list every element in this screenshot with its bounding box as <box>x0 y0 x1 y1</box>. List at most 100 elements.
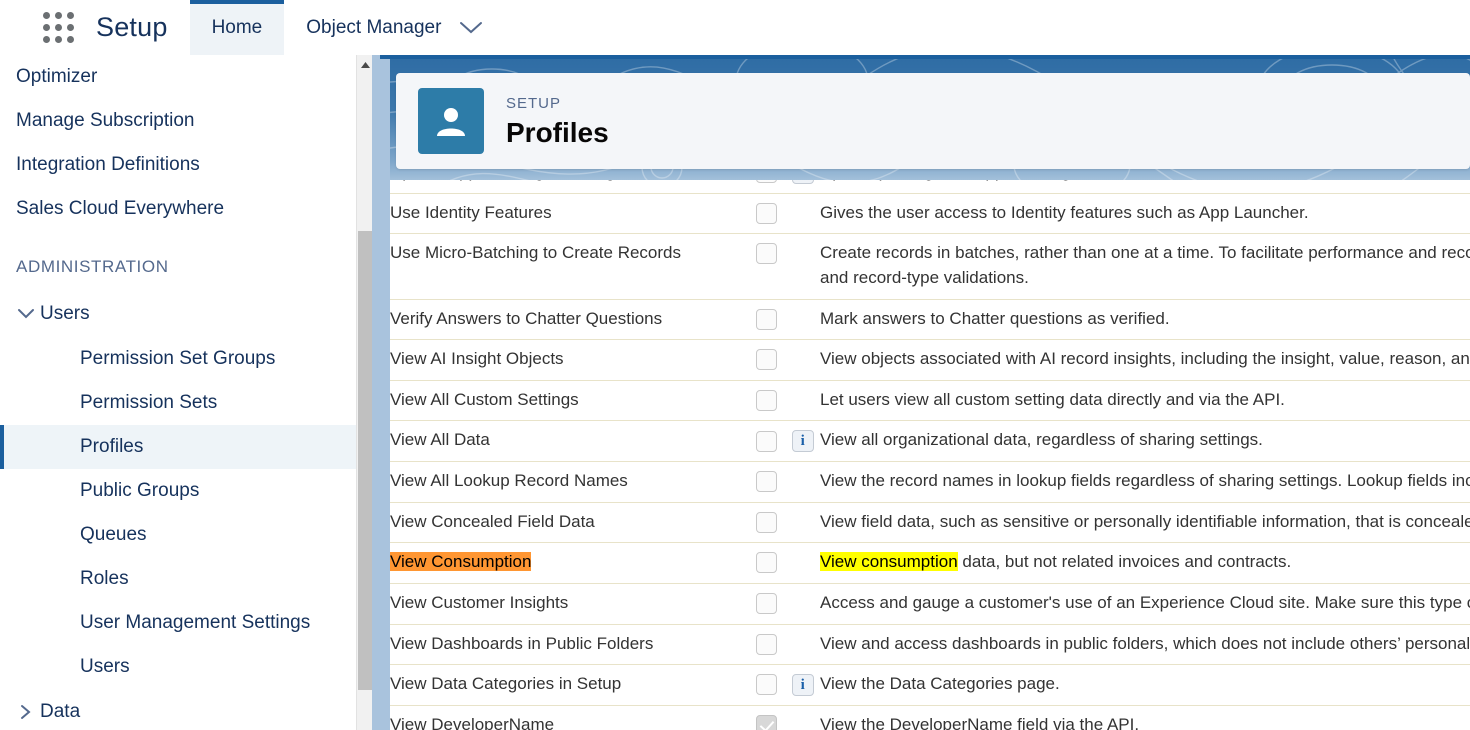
table-row[interactable]: View Data Categories in Setup i View the… <box>390 665 1470 706</box>
sidebar-item-user-management-settings[interactable]: User Management Settings <box>0 601 362 645</box>
tab-object-manager-label: Object Manager <box>306 17 441 39</box>
table-row[interactable]: View Concealed Field Data View field dat… <box>390 502 1470 543</box>
sidebar-item-public-groups[interactable]: Public Groups <box>0 469 362 513</box>
table-row[interactable]: View All Data i View all organizational … <box>390 421 1470 462</box>
permission-name: View Customer Insights <box>390 591 748 616</box>
permission-checkbox-checked[interactable] <box>756 715 777 730</box>
sidebar-item-profiles[interactable]: Profiles <box>0 425 362 469</box>
permission-name-cell: View All Custom Settings <box>390 380 748 421</box>
permission-name: View All Custom Settings <box>390 388 748 413</box>
sidebar-group-data[interactable]: Data <box>0 689 362 730</box>
scroll-up-arrow-icon[interactable] <box>357 57 373 73</box>
table-row[interactable]: View AI Insight Objects View objects ass… <box>390 340 1470 381</box>
table-row[interactable]: Use Micro-Batching to Create Records Cre… <box>390 234 1470 299</box>
permission-name: View Data Categories in Setup <box>390 672 748 697</box>
permission-description-cell: Upload packages to AppExchange for distr… <box>820 180 1470 193</box>
sidebar-item-label: Integration Definitions <box>16 154 200 176</box>
permission-description-rest: data, but not related invoices and contr… <box>958 552 1292 571</box>
permission-checkbox[interactable] <box>756 180 777 183</box>
permission-description-cell: View consumption data, but not related i… <box>820 543 1470 584</box>
permission-name-cell: View AI Insight Objects <box>390 340 748 381</box>
sidebar-item-permission-sets[interactable]: Permission Sets <box>0 381 362 425</box>
sidebar-scrollbar[interactable] <box>356 55 372 730</box>
permission-checkbox[interactable] <box>756 243 777 264</box>
permission-checkbox[interactable] <box>756 593 777 614</box>
permission-checkbox-cell <box>748 340 820 381</box>
sidebar-item-label: Permission Sets <box>80 392 217 414</box>
permission-checkbox[interactable] <box>756 471 777 492</box>
info-icon[interactable]: i <box>792 674 814 696</box>
permission-description: View the record names in lookup fields r… <box>820 469 1470 494</box>
permission-name: View Concealed Field Data <box>390 510 748 535</box>
setup-title: Setup <box>86 0 190 55</box>
tab-object-manager[interactable]: Object Manager <box>284 0 505 55</box>
sidebar-item-label: Optimizer <box>16 66 97 88</box>
sidebar-item-sales-cloud-everywhere[interactable]: Sales Cloud Everywhere <box>0 187 362 231</box>
permission-checkbox[interactable] <box>756 674 777 695</box>
sidebar-item-roles[interactable]: Roles <box>0 557 362 601</box>
sidebar-item-label: Users <box>80 656 130 678</box>
table-row[interactable]: Verify Answers to Chatter Questions Mark… <box>390 299 1470 340</box>
sidebar-item-label: User Management Settings <box>80 612 310 634</box>
permission-checkbox-cell <box>748 705 820 730</box>
permission-name: Use Identity Features <box>390 201 748 226</box>
table-row-highlighted[interactable]: View Consumption View consumption data, … <box>390 543 1470 584</box>
permission-name-cell: Verify Answers to Chatter Questions <box>390 299 748 340</box>
permission-name-cell: View Consumption <box>390 543 748 584</box>
permission-name: Upload AppExchange Packages <box>390 180 748 185</box>
permissions-table-scroll-region[interactable]: Upload AppExchange Packages i Upload pac… <box>390 180 1470 730</box>
permission-name: View All Lookup Record Names <box>390 469 748 494</box>
chevron-down-icon[interactable] <box>459 21 483 35</box>
table-row[interactable]: View Customer Insights Access and gauge … <box>390 584 1470 625</box>
permission-description: View field data, such as sensitive or pe… <box>820 510 1470 535</box>
sidebar-item-manage-subscription[interactable]: Manage Subscription <box>0 99 362 143</box>
permission-checkbox[interactable] <box>756 203 777 224</box>
sidebar-item-users[interactable]: Users <box>0 645 362 689</box>
page-title: Profiles <box>506 115 609 150</box>
table-row[interactable]: Use Identity Features Gives the user acc… <box>390 193 1470 234</box>
sidebar-item-optimizer[interactable]: Optimizer <box>0 55 362 99</box>
sidebar-scrollbar-thumb[interactable] <box>358 231 372 690</box>
permission-description: Access and gauge a customer's use of an … <box>820 591 1470 616</box>
sidebar-item-permission-set-groups[interactable]: Permission Set Groups <box>0 337 362 381</box>
main-content-area: SETUP Profiles Upload AppExchange Packag… <box>372 55 1470 730</box>
tab-home-label: Home <box>212 17 263 39</box>
permission-checkbox-cell <box>748 234 820 299</box>
sidebar-group-users[interactable]: Users <box>0 291 362 337</box>
chevron-down-icon[interactable] <box>12 308 40 320</box>
sidebar-item-integration-definitions[interactable]: Integration Definitions <box>0 143 362 187</box>
app-launcher-button[interactable] <box>30 0 86 55</box>
table-row[interactable]: Upload AppExchange Packages i Upload pac… <box>390 180 1470 193</box>
permission-checkbox[interactable] <box>756 431 777 452</box>
permission-name-cell: View Dashboards in Public Folders <box>390 624 748 665</box>
permission-checkbox[interactable] <box>756 552 777 573</box>
permission-checkbox[interactable] <box>756 309 777 330</box>
permission-checkbox-cell: i <box>748 665 820 706</box>
permissions-table: Upload AppExchange Packages i Upload pac… <box>390 180 1470 730</box>
setup-sidebar-nav: Optimizer Manage Subscription Integratio… <box>0 55 363 730</box>
permission-checkbox[interactable] <box>756 634 777 655</box>
table-row[interactable]: View All Custom Settings Let users view … <box>390 380 1470 421</box>
global-header: Setup Home Object Manager <box>0 0 1470 55</box>
info-icon[interactable]: i <box>792 430 814 452</box>
permission-checkbox-cell <box>748 299 820 340</box>
permission-checkbox[interactable] <box>756 390 777 411</box>
page-header-card: SETUP Profiles <box>396 73 1470 169</box>
table-row[interactable]: View DeveloperName View the DeveloperNam… <box>390 705 1470 730</box>
permission-checkbox-cell <box>748 502 820 543</box>
chevron-right-icon[interactable] <box>12 704 40 720</box>
permission-description: View all organizational data, regardless… <box>820 428 1470 453</box>
tab-home[interactable]: Home <box>190 0 285 55</box>
permission-checkbox[interactable] <box>756 349 777 370</box>
info-icon[interactable]: i <box>792 180 814 184</box>
sidebar-item-label: Public Groups <box>80 480 199 502</box>
table-row[interactable]: View Dashboards in Public Folders View a… <box>390 624 1470 665</box>
permission-name-cell: View Data Categories in Setup <box>390 665 748 706</box>
permission-checkbox[interactable] <box>756 512 777 533</box>
table-row[interactable]: View All Lookup Record Names View the re… <box>390 462 1470 503</box>
sidebar-section-administration: ADMINISTRATION <box>0 243 362 291</box>
permissions-table-body: Upload AppExchange Packages i Upload pac… <box>390 180 1470 730</box>
sidebar-item-queues[interactable]: Queues <box>0 513 362 557</box>
permission-name-cell: View Concealed Field Data <box>390 502 748 543</box>
permission-checkbox-cell <box>748 462 820 503</box>
